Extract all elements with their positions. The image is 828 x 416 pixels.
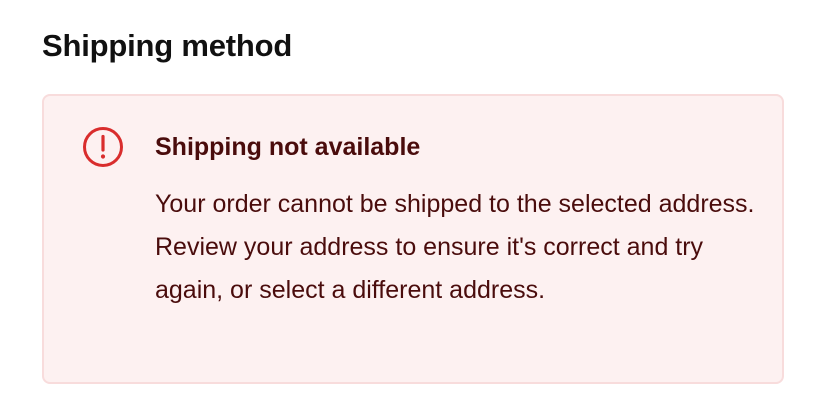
alert-message: Your order cannot be shipped to the sele… bbox=[155, 190, 755, 304]
shipping-error-alert: Shipping not available Your order cannot… bbox=[42, 94, 784, 384]
exclamation-circle-icon bbox=[82, 126, 124, 168]
alert-title: Shipping not available bbox=[155, 133, 421, 161]
section-title: Shipping method bbox=[42, 28, 293, 63]
